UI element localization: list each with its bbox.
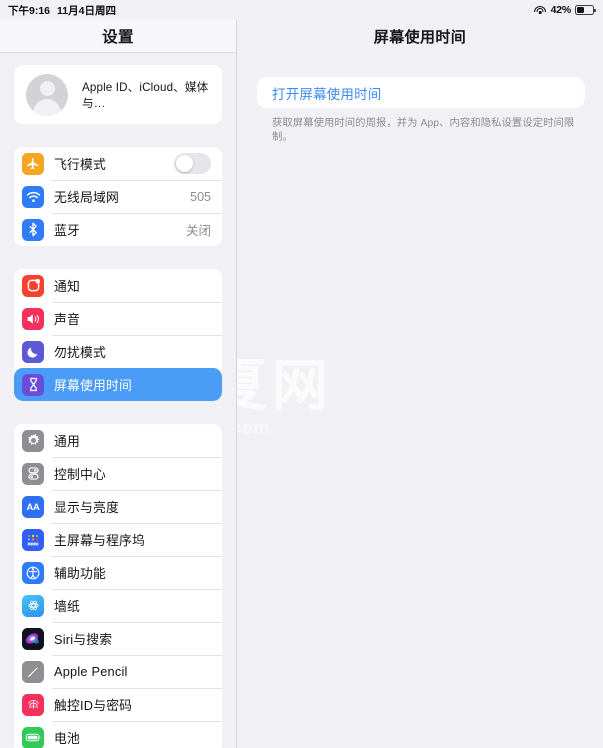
turn-on-screen-time-button[interactable]: 打开屏幕使用时间 [257, 77, 585, 108]
sidebar-item-label: Apple Pencil [54, 664, 128, 679]
sidebar-item-siri-search[interactable]: Siri与搜索 [14, 622, 222, 655]
sidebar-item-apple-pencil[interactable]: Apple Pencil [14, 655, 222, 688]
sidebar-item-display-brightness[interactable]: AA 显示与亮度 [14, 490, 222, 523]
sidebar-item-battery[interactable]: 电池 [14, 721, 222, 748]
account-group: Apple ID、iCloud、媒体与… [14, 65, 222, 124]
bluetooth-value: 关闭 [185, 224, 211, 238]
sidebar-item-label: 通用 [54, 434, 80, 449]
siri-icon [22, 627, 44, 650]
detail-content: 打开屏幕使用时间 获取屏幕使用时间的周报，并为 App、内容和隐私设置设定时间限… [237, 53, 603, 748]
sidebar-item-airplane-mode[interactable]: 飞行模式 [14, 147, 222, 180]
sidebar-item-accessibility[interactable]: 辅助功能 [14, 556, 222, 589]
sidebar-item-label: 主屏幕与程序坞 [54, 533, 145, 548]
sidebar-item-apple-id[interactable]: Apple ID、iCloud、媒体与… [14, 65, 222, 124]
airplane-mode-toggle[interactable] [174, 153, 211, 174]
status-time: 下午9:16 [8, 4, 51, 17]
group-connectivity: 飞行模式 无线局域网 505 蓝牙 关闭 [14, 147, 222, 246]
sidebar-item-screen-time[interactable]: 屏幕使用时间 [14, 368, 222, 401]
sidebar-item-label: 控制中心 [54, 467, 106, 482]
notifications-icon [22, 274, 44, 297]
detail-pane: 屏幕使用时间 打开屏幕使用时间 获取屏幕使用时间的周报，并为 App、内容和隐私… [237, 20, 603, 748]
status-date: 11月4日周四 [57, 4, 116, 17]
sound-icon [22, 307, 44, 330]
sidebar-item-label: 通知 [54, 279, 80, 294]
detail-title: 屏幕使用时间 [373, 29, 467, 46]
sidebar-item-label: 声音 [54, 312, 80, 327]
sidebar-item-notifications[interactable]: 通知 [14, 269, 222, 302]
sidebar-item-general[interactable]: 通用 [14, 424, 222, 457]
sidebar-item-label: 屏幕使用时间 [54, 378, 132, 393]
airplane-icon [22, 152, 44, 175]
accessibility-icon [22, 561, 44, 584]
wifi-icon [22, 185, 44, 208]
control-center-icon [22, 462, 44, 485]
sidebar-item-label: 勿扰模式 [54, 345, 106, 360]
sidebar-item-label: 显示与亮度 [54, 500, 119, 515]
wallpaper-icon [22, 594, 44, 617]
sidebar-item-label: 电池 [54, 731, 80, 746]
sidebar-item-do-not-disturb[interactable]: 勿扰模式 [14, 335, 222, 368]
sidebar-title: 设置 [0, 20, 236, 53]
sidebar-item-touch-id-passcode[interactable]: 触控ID与密码 [14, 688, 222, 721]
battery-icon [22, 726, 44, 748]
wifi-icon [534, 5, 547, 15]
hourglass-icon [22, 373, 44, 396]
gear-icon [22, 429, 44, 452]
status-bar-left: 下午9:16 11月4日周四 [8, 3, 237, 18]
sidebar-item-control-center[interactable]: 控制中心 [14, 457, 222, 490]
apple-id-label: Apple ID、iCloud、媒体与… [82, 80, 209, 110]
sidebar-item-label: 触控ID与密码 [54, 698, 133, 713]
screen-time-description: 获取屏幕使用时间的周报，并为 App、内容和隐私设置设定时间限制。 [272, 118, 575, 144]
group-system: 通用 控制中心 AA 显示与亮度 主屏幕与程序坞 辅助功能 墙纸 Siri与搜索… [14, 424, 222, 748]
sidebar-scroll-area[interactable]: Apple ID、iCloud、媒体与… 飞行模式 无线局域网 505 蓝牙 关… [0, 53, 236, 748]
display-brightness-icon: AA [22, 495, 44, 518]
home-screen-dock-icon [22, 528, 44, 551]
wifi-value: 505 [190, 189, 211, 204]
status-bar-right: 42% [534, 4, 596, 16]
sidebar-item-wifi[interactable]: 无线局域网 505 [14, 180, 222, 213]
sidebar-item-label: 墙纸 [54, 599, 80, 614]
bluetooth-icon [22, 218, 44, 241]
sidebar-item-sounds[interactable]: 声音 [14, 302, 222, 335]
sidebar-item-label: 无线局域网 [54, 190, 119, 205]
sidebar-item-bluetooth[interactable]: 蓝牙 关闭 [14, 213, 222, 246]
sidebar-item-wallpaper[interactable]: 墙纸 [14, 589, 222, 622]
status-bar: 下午9:16 11月4日周四 42% [0, 0, 603, 20]
sidebar-item-label: 飞行模式 [54, 157, 106, 172]
settings-sidebar: 设置 Apple ID、iCloud、媒体与… 飞行模式 无线局域网 505 蓝… [0, 20, 237, 748]
ipad-settings-screen: 下午9:16 11月4日周四 42% 设置 Apple ID、iCloud、媒体… [0, 0, 603, 748]
battery-percent-label: 42% [550, 4, 572, 16]
sidebar-item-label: 辅助功能 [54, 566, 106, 581]
sidebar-item-label: 蓝牙 [54, 223, 80, 238]
pencil-icon [22, 660, 44, 683]
moon-icon [22, 340, 44, 363]
split-view: 设置 Apple ID、iCloud、媒体与… 飞行模式 无线局域网 505 蓝… [0, 20, 603, 748]
sidebar-item-home-screen-dock[interactable]: 主屏幕与程序坞 [14, 523, 222, 556]
person-avatar-icon [26, 73, 68, 116]
sidebar-item-label: Siri与搜索 [54, 632, 113, 647]
battery-icon [575, 5, 596, 15]
group-alerts: 通知 声音 勿扰模式 屏幕使用时间 [14, 269, 222, 401]
touch-id-icon [22, 693, 44, 716]
